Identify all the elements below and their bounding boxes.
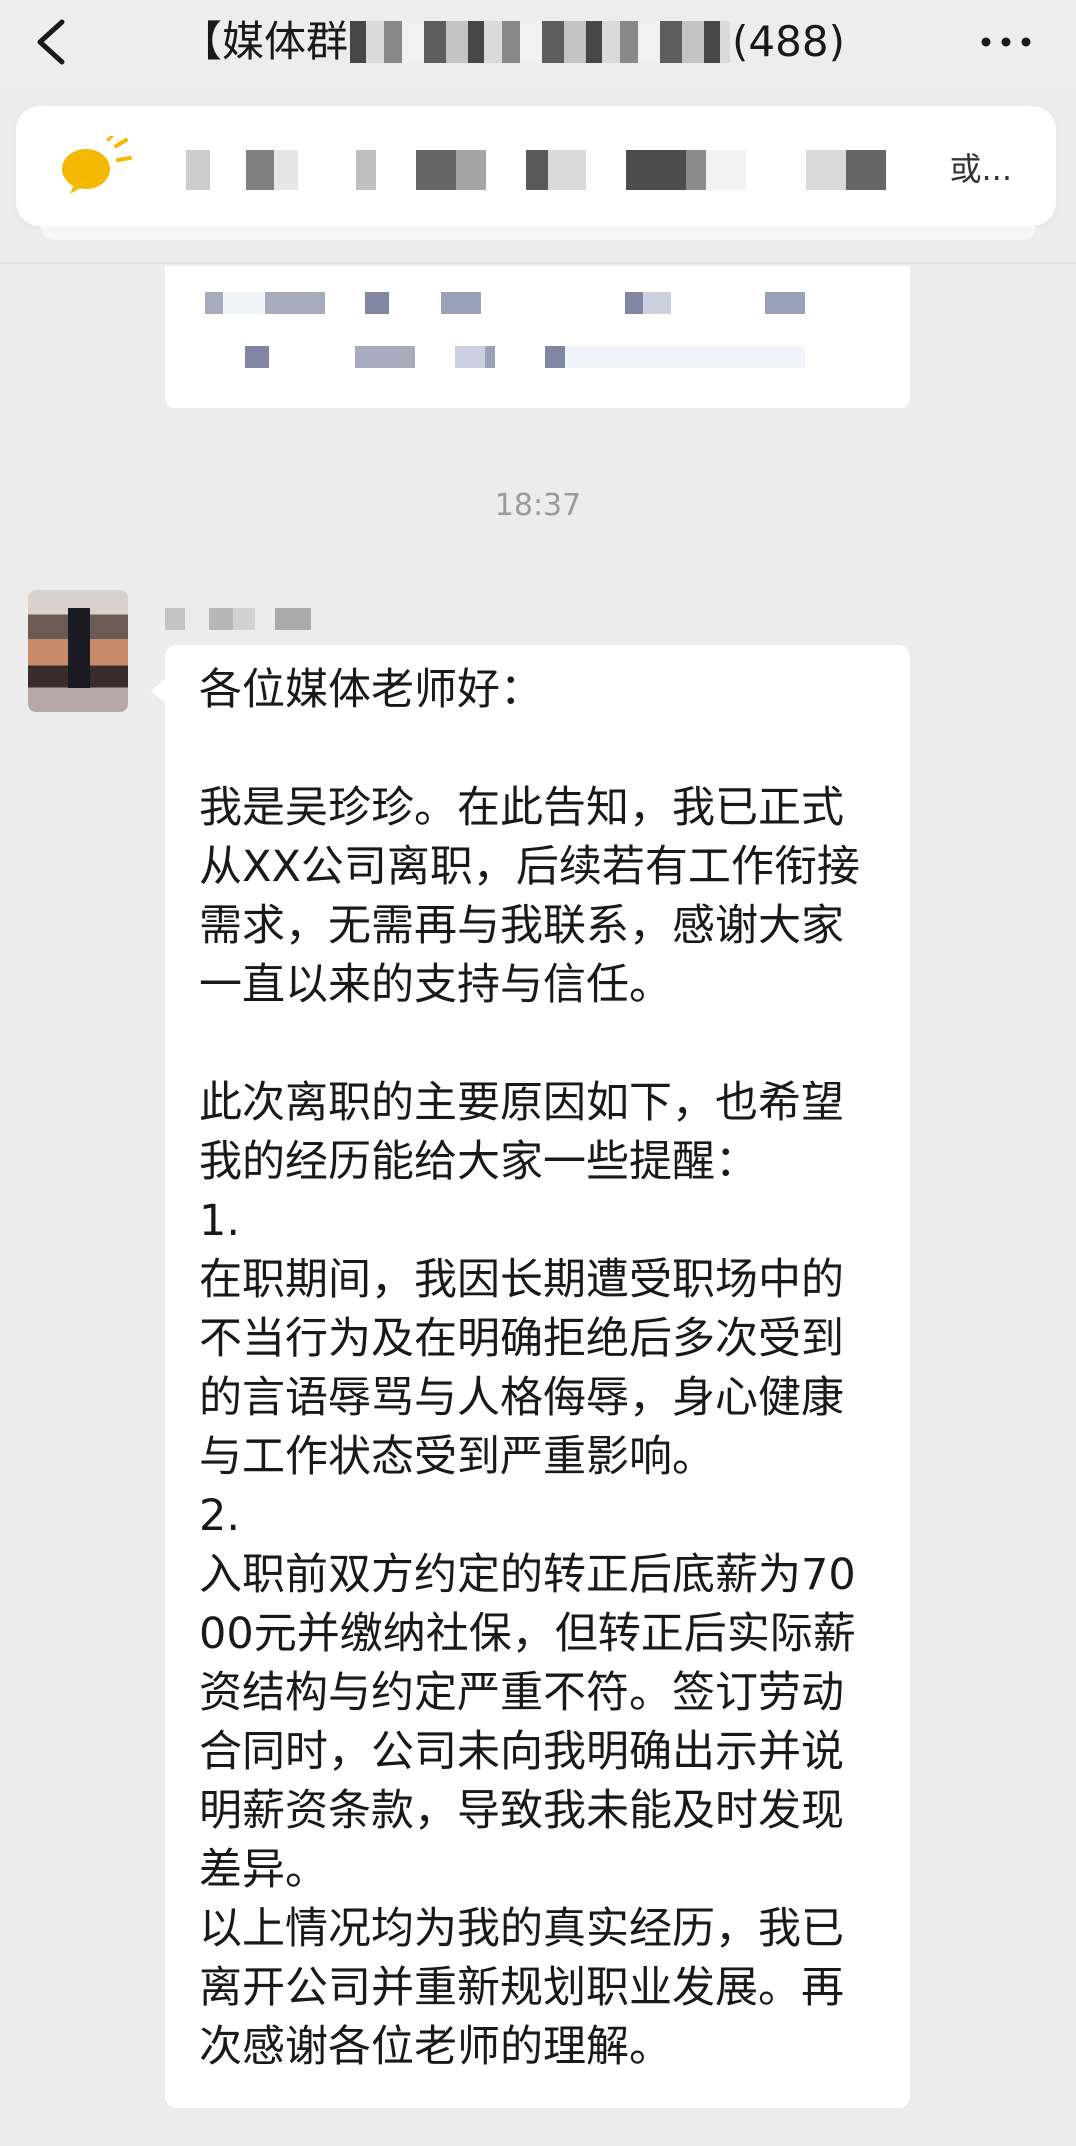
redacted-sender-name [165,608,311,630]
redacted-message-line [205,346,805,368]
header-divider [0,262,1076,264]
member-count: (488) [732,17,845,66]
chat-title: 【媒体群 (488) [180,12,845,72]
message-timestamp: 18:37 [494,488,582,523]
group-announcement-banner[interactable]: 或... [16,106,1056,226]
chat-title-prefix: 【媒体群 [180,17,349,66]
redacted-title-text [350,20,731,63]
previous-message-bubble[interactable] [165,266,910,408]
redacted-announcement-text [166,150,946,190]
sender-avatar[interactable] [28,590,128,712]
chat-header: 【媒体群 (488) [0,0,1076,88]
back-button[interactable] [28,14,80,70]
redacted-message-line [205,292,805,314]
message-text: 各位媒体老师好： 我是吴珍珍。在此告知，我已正式从XX公司离职，后续若有工作衔接… [199,665,860,2072]
message-bubble[interactable]: 各位媒体老师好： 我是吴珍珍。在此告知，我已正式从XX公司离职，后续若有工作衔接… [151,645,910,2108]
chevron-left-icon [37,19,65,65]
announcement-trailing-text: 或... [949,150,1012,188]
bottom-edge [0,2136,1076,2146]
more-horizontal-icon [981,37,1031,47]
announcement-shadow [40,226,1036,240]
more-options-button[interactable] [976,22,1036,62]
announcement-megaphone-icon [62,136,132,194]
